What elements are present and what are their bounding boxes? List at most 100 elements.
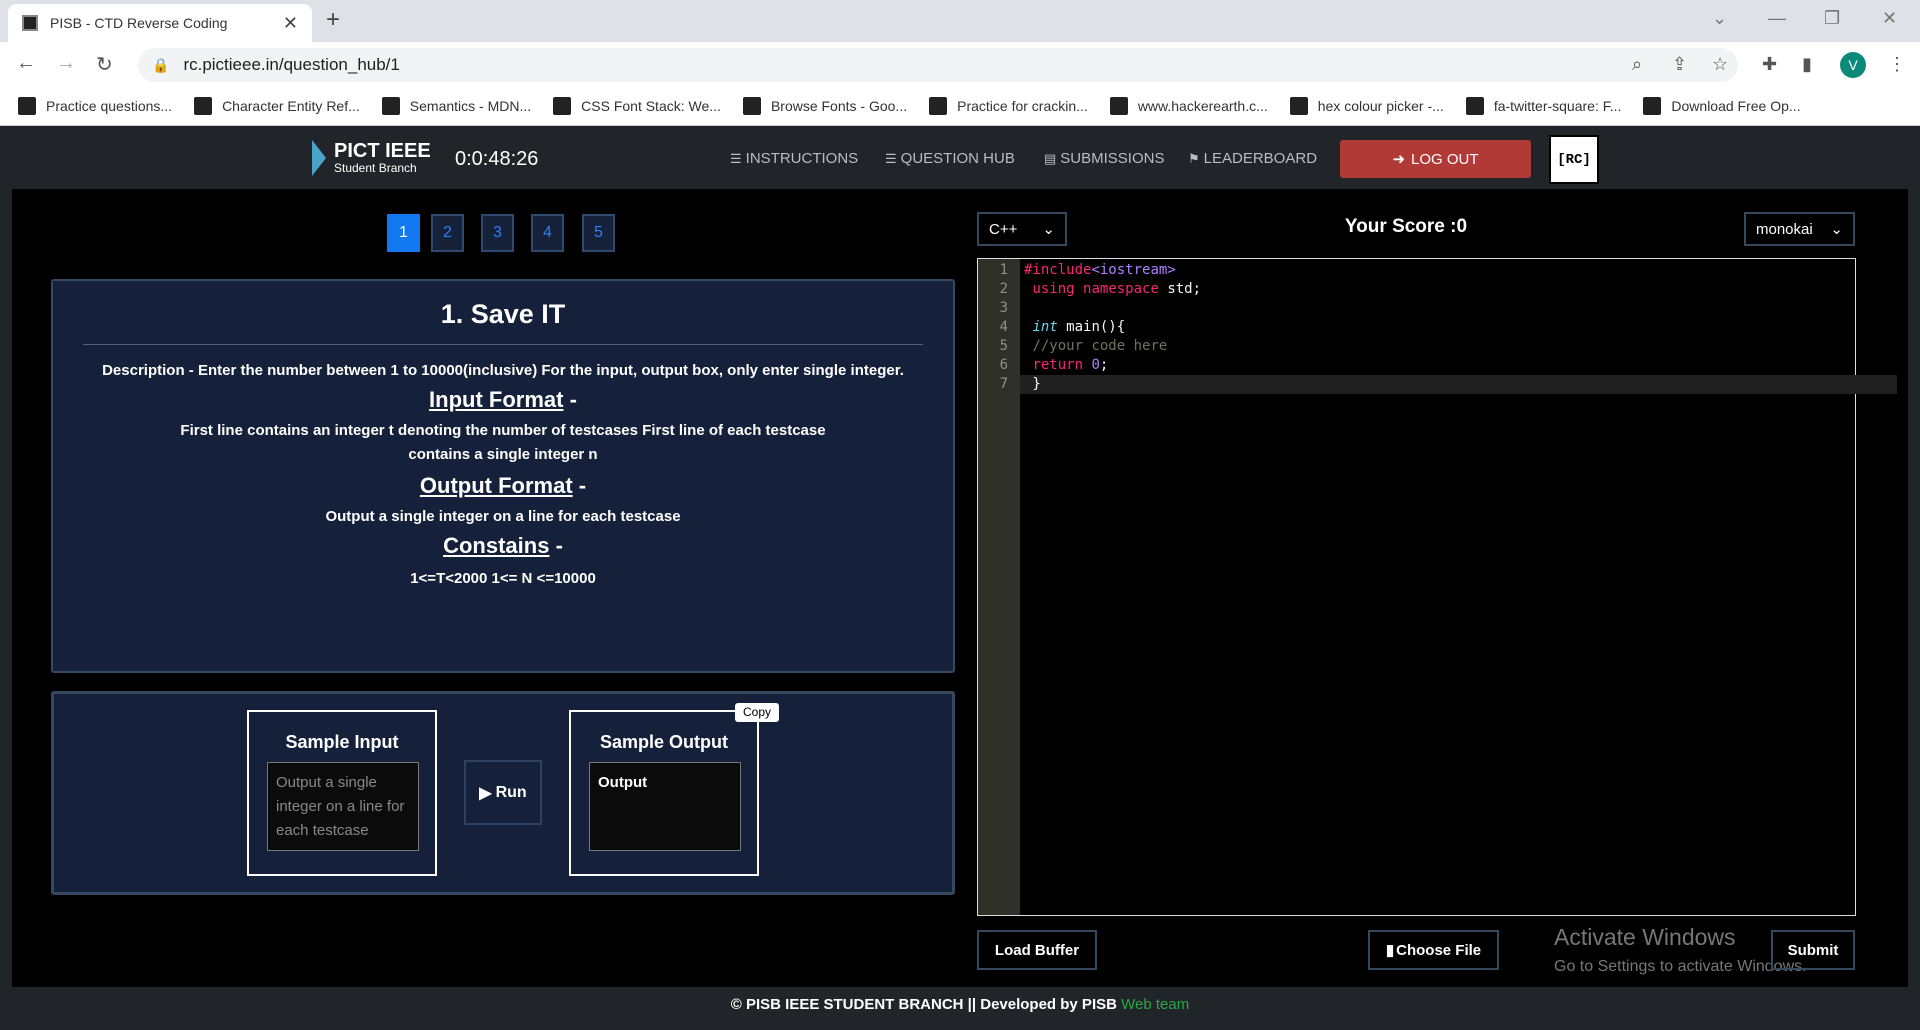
bookmark-label: CSS Font Stack: We...: [581, 97, 721, 114]
bookmark-favicon-icon: [1289, 96, 1308, 115]
url-input[interactable]: 🔒 rc.pictieee.in/question_hub/1: [138, 48, 1738, 82]
code-line[interactable]: #include<iostream>: [1020, 261, 1897, 280]
close-tab-icon[interactable]: ✕: [283, 13, 298, 34]
load-buffer-button[interactable]: Load Buffer: [977, 930, 1097, 970]
pict-ieee-logo[interactable]: PICT IEEE Student Branch: [312, 140, 431, 176]
bookmark-label: Character Entity Ref...: [222, 97, 360, 114]
code-line[interactable]: return 0;: [1020, 356, 1897, 375]
logo-subtitle: Student Branch: [334, 161, 417, 175]
forward-icon[interactable]: →: [56, 52, 76, 75]
new-tab-button[interactable]: +: [326, 6, 340, 34]
language-value: C++: [989, 220, 1018, 238]
star-icon[interactable]: ☆: [1712, 54, 1728, 75]
question-button-4[interactable]: 4: [531, 214, 564, 252]
bookmark-item[interactable]: Download Free Op...: [1643, 96, 1801, 115]
nav-label: INSTRUCTIONS: [745, 150, 859, 167]
question-button-2[interactable]: 2: [431, 214, 464, 252]
bookmark-favicon-icon: [1643, 96, 1662, 115]
minimize-icon[interactable]: —: [1768, 8, 1786, 29]
question-button-3[interactable]: 3: [481, 214, 514, 252]
sign-out-icon: ➜: [1392, 151, 1406, 168]
input-format-text: First line contains an integer t denotin…: [180, 422, 826, 463]
avatar[interactable]: V: [1840, 52, 1866, 78]
web-team-link[interactable]: Web team: [1121, 996, 1189, 1013]
choose-file-label: Choose File: [1396, 941, 1482, 959]
nav-instructions[interactable]: ☰ INSTRUCTIONS: [730, 150, 858, 167]
bookmark-item[interactable]: CSS Font Stack: We...: [553, 96, 721, 115]
nav-leaderboard[interactable]: ⚑ LEADERBOARD: [1188, 150, 1317, 167]
code-line[interactable]: }: [1020, 375, 1897, 394]
question-button-5[interactable]: 5: [582, 214, 615, 252]
dash: -: [578, 473, 587, 498]
nav-label: QUESTION HUB: [900, 150, 1015, 167]
choose-file-button[interactable]: ▮ Choose File: [1368, 930, 1499, 970]
line-number: 6: [999, 357, 1008, 373]
extensions-icon[interactable]: ✚: [1762, 54, 1777, 75]
bookmark-favicon-icon: [1109, 96, 1128, 115]
line-number: 5: [999, 338, 1008, 354]
back-icon[interactable]: ←: [16, 52, 36, 75]
zoom-icon[interactable]: ⌕: [1632, 54, 1642, 75]
theme-select[interactable]: monokai ⌄: [1744, 212, 1855, 246]
output-format-heading: Output Format -: [53, 471, 953, 501]
bookmark-item[interactable]: Practice for crackin...: [929, 96, 1088, 115]
bookmark-item[interactable]: Practice questions...: [18, 96, 172, 115]
run-button[interactable]: ▶ Run: [464, 760, 542, 825]
list-icon: ☰: [885, 150, 897, 166]
file-upload-icon: ▮: [1385, 942, 1395, 959]
question-description: Description - Enter the number between 1…: [102, 362, 904, 379]
output-format-label: Output Format: [419, 473, 573, 498]
question-button-1[interactable]: 1: [387, 214, 420, 252]
nav-submissions[interactable]: ▤ SUBMISSIONS: [1044, 150, 1164, 167]
run-label: Run: [495, 783, 527, 801]
sample-output-field[interactable]: Output: [589, 762, 741, 851]
bookmark-item[interactable]: Semantics - MDN...: [381, 96, 531, 115]
logo-title: PICT IEEE: [334, 140, 431, 162]
nav-question-hub[interactable]: ☰ QUESTION HUB: [885, 150, 1015, 167]
line-number: 7: [999, 376, 1008, 392]
tab-search-icon[interactable]: ⌄: [1712, 8, 1727, 29]
code-line[interactable]: [1020, 299, 1897, 318]
submit-button[interactable]: Submit: [1771, 930, 1855, 970]
bookmark-item[interactable]: Browse Fonts - Goo...: [742, 96, 907, 115]
tab-title: PISB - CTD Reverse Coding: [50, 15, 228, 31]
copy-button[interactable]: Copy: [735, 703, 779, 722]
footer-text: © PISB IEEE STUDENT BRANCH || Developed …: [730, 996, 1122, 1013]
bookmark-label: fa-twitter-square: F...: [1493, 97, 1622, 114]
list-icon: ☰: [730, 150, 742, 166]
line-gutter: 1 2 3 4 5 6 7: [978, 259, 1020, 915]
footer: © PISB IEEE STUDENT BRANCH || Developed …: [0, 987, 1920, 1030]
code-line[interactable]: int main(){: [1020, 318, 1897, 337]
bookmark-item[interactable]: www.hackerearth.c...: [1109, 96, 1268, 115]
bookmark-item[interactable]: fa-twitter-square: F...: [1465, 96, 1622, 115]
code-editor[interactable]: 1 2 3 4 5 6 7 #include<iostream> using namespa…: [977, 258, 1897, 916]
language-select[interactable]: C++ ⌄: [977, 212, 1067, 246]
lock-icon: 🔒: [152, 56, 170, 73]
code-line[interactable]: using namespace std;: [1020, 280, 1897, 299]
close-window-icon[interactable]: ✕: [1882, 8, 1897, 29]
sample-input-title: Sample Input: [285, 732, 399, 752]
score-display: Your Score :0: [1344, 216, 1468, 237]
share-icon[interactable]: ⇪: [1672, 54, 1687, 75]
restore-icon[interactable]: ❐: [1824, 8, 1840, 29]
theme-value: monokai: [1756, 220, 1813, 238]
logout-button[interactable]: ➜ LOG OUT: [1340, 140, 1531, 178]
side-panel-icon[interactable]: ▮: [1802, 54, 1812, 75]
bookmarks-bar: Practice questions... Character Entity Re…: [0, 86, 1920, 126]
bookmark-favicon-icon: [929, 96, 948, 115]
bookmark-favicon-icon: [742, 96, 761, 115]
code-line[interactable]: //your code here: [1020, 337, 1897, 356]
constraints-heading: Constains -: [53, 531, 953, 561]
menu-icon[interactable]: ⋮: [1888, 54, 1906, 75]
sample-input-field[interactable]: Output a single integer on a line for ea…: [267, 762, 419, 851]
bookmark-favicon-icon: [1465, 96, 1484, 115]
bookmark-item[interactable]: hex colour picker -...: [1289, 96, 1444, 115]
rc-logo: [RC]: [1549, 135, 1599, 184]
bookmark-item[interactable]: Character Entity Ref...: [194, 96, 360, 115]
bookmark-label: Download Free Op...: [1671, 97, 1801, 114]
reload-icon[interactable]: ↻: [96, 52, 113, 77]
browser-tab[interactable]: PISB - CTD Reverse Coding ✕: [8, 4, 312, 42]
bookmark-favicon-icon: [381, 96, 400, 115]
flag-icon: ⚑: [1188, 150, 1200, 166]
activate-windows-subtitle: Go to Settings to activate Windows.: [1554, 958, 1807, 975]
